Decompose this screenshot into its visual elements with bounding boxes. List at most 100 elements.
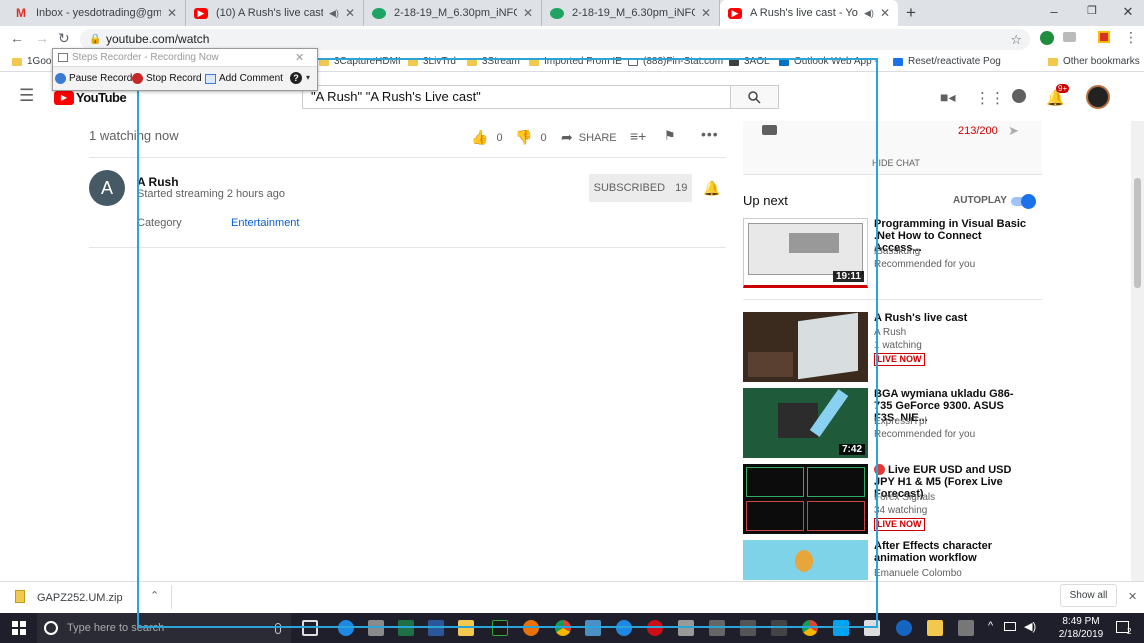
autoplay-toggle[interactable] xyxy=(1011,194,1036,209)
menu-icon[interactable]: ⋮ xyxy=(1124,29,1138,46)
search-input[interactable]: "A Rush" "A Rush's Live cast" xyxy=(302,85,731,109)
chrome-icon[interactable] xyxy=(555,620,571,636)
app-icon[interactable] xyxy=(833,620,849,636)
volume-icon[interactable]: ◀) xyxy=(1024,620,1036,633)
video-title[interactable]: A Rush's live cast xyxy=(874,312,1029,324)
chrome-icon[interactable] xyxy=(802,620,818,636)
steps-recorder-titlebar[interactable]: Steps Recorder - Recording Now ✕ xyxy=(53,49,317,67)
app-icon[interactable] xyxy=(492,620,508,636)
other-bookmarks[interactable]: Other bookmarks xyxy=(1048,56,1140,67)
tray-chevron-icon[interactable]: ^ xyxy=(988,620,993,632)
close-tab-icon[interactable]: ✕ xyxy=(523,6,533,20)
reload-button[interactable]: ↻ xyxy=(58,30,70,47)
edge-icon[interactable] xyxy=(338,620,354,636)
bookmark-item[interactable]: 3CaptureHDMI xyxy=(319,56,401,67)
bookmark-item[interactable]: 1Goo xyxy=(12,56,51,67)
excel-icon[interactable] xyxy=(398,620,414,636)
bookmark-item[interactable]: Imported From IE xyxy=(529,56,622,67)
avatar[interactable] xyxy=(1086,85,1110,109)
bookmark-item[interactable]: Outlook Web App - xyxy=(779,56,878,67)
tab-sheet-1[interactable]: 2-18-19_M_6.30pm_iNFO SYS_Sa ✕ xyxy=(364,0,542,26)
dislike-button[interactable]: 👎 0 xyxy=(515,129,547,146)
camera-icon[interactable] xyxy=(1063,32,1076,42)
tab-gmail[interactable]: M Inbox - yesdotrading@gmail.com ✕ xyxy=(6,0,186,26)
help-icon[interactable]: ? xyxy=(290,72,302,84)
video-title[interactable]: After Effects character animation workfl… xyxy=(874,540,1029,564)
list-item[interactable]: A Rush's live cast A Rush 1 watching LIV… xyxy=(743,312,1043,382)
folder-icon[interactable] xyxy=(927,620,943,636)
video-thumbnail[interactable]: 19:11 xyxy=(743,218,868,288)
emoji-keyboard-icon[interactable] xyxy=(762,125,777,135)
chevron-up-icon[interactable]: ⌃ xyxy=(150,589,159,602)
scrollbar-thumb[interactable] xyxy=(1134,178,1141,288)
bookmark-item[interactable]: Reset/reactivate Pog xyxy=(893,56,1001,67)
pause-record-button[interactable]: Pause Record xyxy=(55,73,132,84)
tab-youtube-1[interactable]: ▶ (10) A Rush's live cast - YouTube ◀) ✕ xyxy=(186,0,364,26)
minimize-button[interactable]: – xyxy=(1044,4,1064,19)
stop-record-button[interactable]: Stop Record xyxy=(132,73,202,84)
hamburger-menu-icon[interactable]: ☰ xyxy=(19,86,34,106)
bookmark-item[interactable]: 3Stream xyxy=(467,56,520,67)
category-link[interactable]: Entertainment xyxy=(231,217,299,229)
teamviewer-icon[interactable] xyxy=(896,620,912,636)
messages-icon[interactable] xyxy=(1012,89,1026,103)
subscribed-button[interactable]: SUBSCRIBED 19 xyxy=(589,174,692,202)
list-item[interactable]: Live EUR USD and USD JPY H1 & M5 (Forex … xyxy=(743,464,1043,534)
video-thumbnail[interactable] xyxy=(743,464,868,534)
address-bar[interactable]: 🔒 youtube.com/watch ☆ xyxy=(80,29,1030,50)
network-icon[interactable] xyxy=(1004,622,1016,631)
taskbar-clock[interactable]: 8:49 PM 2/18/2019 xyxy=(1056,615,1106,641)
search-button[interactable] xyxy=(731,85,779,109)
maximize-button[interactable]: ❐ xyxy=(1082,4,1102,17)
apps-grid-icon[interactable]: ⋮⋮ xyxy=(975,89,1005,107)
close-window-button[interactable]: ✕ xyxy=(1118,4,1138,20)
bookmark-item[interactable]: 3AOL xyxy=(729,56,770,67)
chevron-down-icon[interactable]: ▾ xyxy=(306,73,310,82)
back-button[interactable]: ← xyxy=(10,30,24,46)
app-icon[interactable] xyxy=(958,620,974,636)
tab-sheet-2[interactable]: 2-18-19_M_6.30pm_iNFO Regres ✕ xyxy=(542,0,720,26)
page-scrollbar[interactable] xyxy=(1131,121,1144,581)
file-explorer-icon[interactable] xyxy=(458,620,474,636)
ie-icon[interactable] xyxy=(616,620,632,636)
close-tab-icon[interactable]: ✕ xyxy=(345,6,355,20)
app-icon[interactable] xyxy=(585,620,601,636)
flag-icon[interactable]: ⚑ xyxy=(664,128,676,144)
youtube-logo[interactable]: ▶ YouTube xyxy=(54,90,127,105)
download-filename[interactable]: GAPZ252.UM.zip xyxy=(37,592,123,604)
camera-app-icon[interactable] xyxy=(740,620,756,636)
share-button[interactable]: ➦ SHARE xyxy=(561,129,617,146)
app-icon[interactable] xyxy=(709,620,725,636)
channel-avatar[interactable]: A xyxy=(89,170,125,206)
taskbar-search[interactable]: Type here to search xyxy=(37,613,291,643)
new-tab-button[interactable]: + xyxy=(906,3,916,23)
list-item[interactable]: 19:11 Programming in Visual Basic .Net H… xyxy=(743,218,1043,288)
video-thumbnail[interactable] xyxy=(743,312,868,382)
list-item[interactable]: 7:42 BGA wymiana ukladu G86-735 GeForce … xyxy=(743,388,1043,458)
tab-youtube-active[interactable]: ▶ A Rush's live cast - YouTube ◀) ✕ xyxy=(720,0,898,26)
add-comment-button[interactable]: Add Comment xyxy=(205,73,283,84)
like-button[interactable]: 👍 0 xyxy=(471,129,503,146)
list-item[interactable]: After Effects character animation workfl… xyxy=(743,540,1043,580)
task-view-icon[interactable] xyxy=(302,620,318,636)
bookmark-item[interactable]: 3LivTrd xyxy=(408,56,456,67)
star-icon[interactable]: ☆ xyxy=(1010,29,1022,50)
close-icon[interactable]: ✕ xyxy=(295,51,304,64)
steps-recorder-icon[interactable] xyxy=(864,620,880,636)
close-icon[interactable]: ✕ xyxy=(1128,590,1137,603)
create-video-icon[interactable]: ■◂ xyxy=(940,89,955,106)
extension-icon[interactable] xyxy=(1040,31,1054,45)
add-to-playlist-icon[interactable]: ≡+ xyxy=(630,128,646,144)
close-tab-icon[interactable]: ✕ xyxy=(880,6,890,20)
video-thumbnail[interactable] xyxy=(743,540,868,580)
word-icon[interactable] xyxy=(428,620,444,636)
channel-name[interactable]: A Rush xyxy=(137,175,179,189)
send-icon[interactable]: ➤ xyxy=(1008,123,1019,139)
more-actions-icon[interactable]: ••• xyxy=(701,126,719,142)
office-icon[interactable] xyxy=(1098,31,1110,43)
app-icon[interactable] xyxy=(771,620,787,636)
app-icon[interactable] xyxy=(678,620,694,636)
opera-icon[interactable] xyxy=(647,620,663,636)
close-tab-icon[interactable]: ✕ xyxy=(167,6,177,20)
video-thumbnail[interactable]: 7:42 xyxy=(743,388,868,458)
